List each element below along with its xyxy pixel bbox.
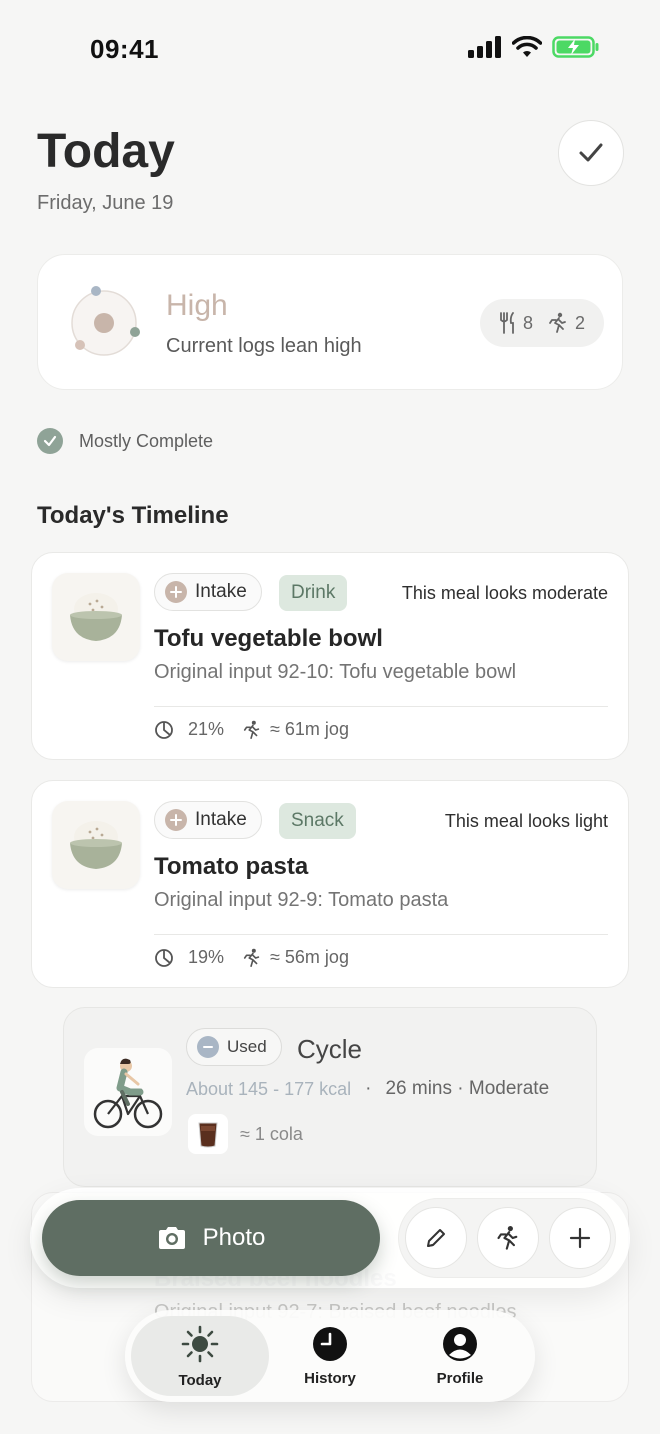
level-subtitle: Current logs lean high bbox=[166, 335, 362, 357]
runner-icon bbox=[243, 720, 260, 739]
status-icons bbox=[468, 36, 600, 58]
edit-button[interactable] bbox=[405, 1207, 467, 1269]
tab-bar: Today History Profile bbox=[125, 1310, 535, 1402]
activity-separator: · bbox=[365, 1078, 372, 1099]
runner-icon bbox=[549, 312, 566, 333]
intake-tag-label: Intake bbox=[195, 581, 247, 602]
camera-icon bbox=[158, 1227, 185, 1249]
status-time: 09:41 bbox=[90, 34, 159, 64]
tab-history[interactable]: History bbox=[261, 1316, 399, 1396]
page-title: Today bbox=[37, 125, 175, 178]
checkmark-icon bbox=[579, 143, 603, 162]
rice-bowl-icon bbox=[70, 593, 122, 641]
divider bbox=[154, 706, 608, 707]
divider bbox=[154, 934, 608, 935]
completeness-label: Mostly Complete bbox=[79, 430, 214, 451]
activity-details: About 145 - 177 kcal · 26 mins · Moderat… bbox=[186, 1078, 549, 1100]
clock-icon bbox=[313, 1326, 347, 1361]
tab-label: Today bbox=[178, 1371, 222, 1389]
activity-equivalent-label: ≈ 1 cola bbox=[240, 1123, 303, 1144]
used-tag: Used bbox=[186, 1028, 282, 1066]
completeness-status: Mostly Complete bbox=[37, 428, 213, 454]
signal-icon bbox=[468, 36, 501, 58]
meal-original-input: Original input 92-10: Tofu vegetable bow… bbox=[154, 661, 517, 683]
photo-button[interactable]: Photo bbox=[42, 1200, 380, 1276]
utensils-icon bbox=[500, 312, 514, 334]
intake-tag: Intake bbox=[154, 801, 262, 839]
meal-verdict: This meal looks moderate bbox=[401, 583, 608, 603]
activity-equivalent: ≈ 1 cola bbox=[188, 1114, 303, 1154]
profile-icon bbox=[443, 1326, 477, 1361]
activity-entry[interactable]: Used Cycle About 145 - 177 kcal · 26 min… bbox=[63, 1007, 597, 1187]
plus-icon bbox=[569, 1227, 591, 1249]
exercise-count: 2 bbox=[575, 312, 586, 333]
used-tag-label: Used bbox=[227, 1037, 267, 1056]
plus-circle-icon bbox=[165, 581, 187, 603]
log-count-pill: 8 2 bbox=[480, 299, 604, 347]
activity-name: Cycle bbox=[297, 1034, 363, 1064]
timeline-entry[interactable]: Intake Snack This meal looks light Tomat… bbox=[31, 780, 629, 988]
meal-type-tag: Drink bbox=[279, 575, 348, 611]
meal-name: Tomato pasta bbox=[154, 853, 309, 880]
tab-today[interactable]: Today bbox=[131, 1316, 269, 1396]
pie-chart-icon bbox=[155, 720, 173, 739]
summary-card[interactable]: High Current logs lean high 8 2 bbox=[37, 254, 623, 390]
meal-count: 8 bbox=[522, 312, 533, 333]
tab-label: Profile bbox=[436, 1369, 484, 1387]
page-date: Friday, June 19 bbox=[37, 192, 174, 214]
wifi-icon bbox=[512, 36, 542, 57]
meal-jog-equivalent: ≈ 61m jog bbox=[270, 719, 349, 739]
meal-type-tag: Snack bbox=[279, 803, 356, 839]
activity-duration: 26 mins · Moderate bbox=[385, 1078, 550, 1099]
meal-original-input: Original input 92-9: Tomato pasta bbox=[154, 889, 449, 911]
check-circle-icon bbox=[37, 428, 63, 454]
rice-bowl-icon bbox=[70, 821, 122, 869]
status-bar: 09:41 bbox=[0, 0, 660, 96]
meal-verdict: This meal looks light bbox=[444, 811, 608, 831]
level-label: High bbox=[166, 289, 228, 322]
tab-label: History bbox=[304, 1369, 356, 1387]
confirm-button[interactable] bbox=[558, 120, 624, 186]
plus-circle-icon bbox=[165, 809, 187, 831]
meal-jog-equivalent: ≈ 56m jog bbox=[270, 947, 349, 967]
runner-icon bbox=[497, 1225, 518, 1250]
intake-tag-label: Intake bbox=[195, 809, 247, 830]
quick-tools bbox=[398, 1198, 616, 1278]
cyclist-thumbnail bbox=[84, 1048, 172, 1136]
log-exercise-button[interactable] bbox=[477, 1207, 539, 1269]
meal-name: Tofu vegetable bowl bbox=[154, 625, 383, 652]
sun-icon bbox=[181, 1325, 219, 1362]
tab-profile[interactable]: Profile bbox=[391, 1316, 529, 1396]
orbit-indicator-icon bbox=[71, 286, 140, 356]
activity-kcal: About 145 - 177 kcal bbox=[186, 1078, 352, 1099]
meal-percent: 19% bbox=[188, 947, 225, 967]
cola-icon bbox=[188, 1114, 228, 1154]
add-button[interactable] bbox=[549, 1207, 611, 1269]
pencil-icon bbox=[427, 1229, 445, 1247]
timeline-entry[interactable]: Intake Drink This meal looks moderate To… bbox=[31, 552, 629, 760]
intake-tag: Intake bbox=[154, 573, 262, 611]
timeline-heading: Today's Timeline bbox=[37, 502, 229, 529]
meal-stats: 21% ≈ 61m jog bbox=[154, 719, 349, 740]
minus-circle-icon bbox=[197, 1036, 219, 1058]
meal-stats: 19% ≈ 56m jog bbox=[154, 947, 349, 968]
photo-button-label: Photo bbox=[202, 1224, 266, 1251]
bowl-thumbnail bbox=[52, 801, 140, 889]
pie-chart-icon bbox=[155, 948, 173, 967]
runner-icon bbox=[243, 948, 260, 967]
cyclist-icon bbox=[93, 1058, 163, 1129]
meal-percent: 21% bbox=[188, 719, 225, 739]
battery-icon bbox=[552, 36, 599, 58]
bowl-thumbnail bbox=[52, 573, 140, 661]
